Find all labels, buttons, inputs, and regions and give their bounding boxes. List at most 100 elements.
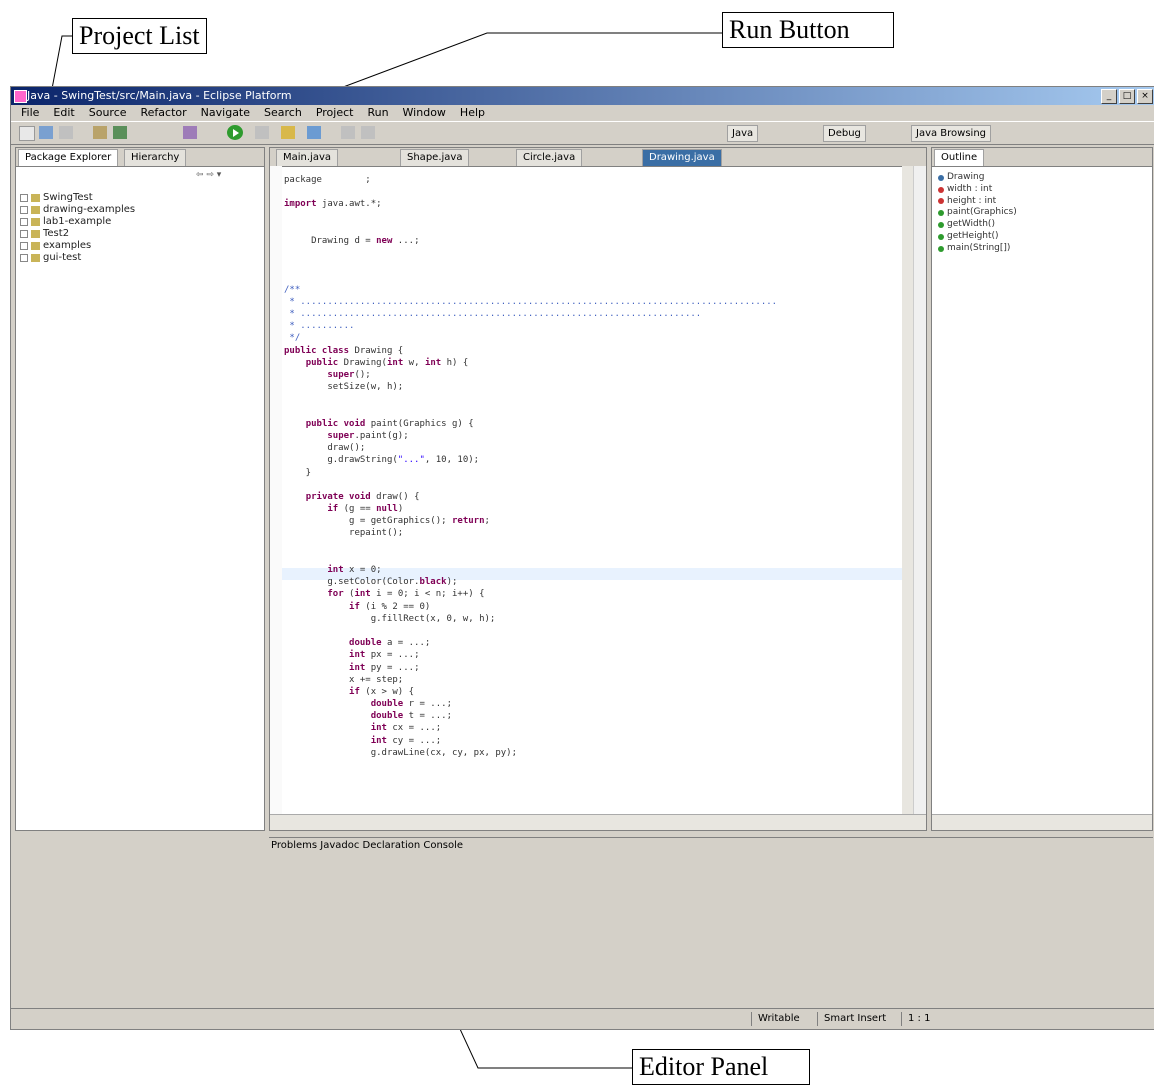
menu-search[interactable]: Search bbox=[264, 105, 302, 121]
project-list: SwingTest drawing-examples lab1-example … bbox=[20, 192, 260, 264]
editor-tab[interactable]: Circle.java bbox=[516, 149, 583, 166]
project-name: Test2 bbox=[43, 228, 70, 239]
menu-window[interactable]: Window bbox=[403, 105, 446, 121]
view-toolbar-icons[interactable]: ⇦ ⇨ ▾ bbox=[196, 170, 221, 180]
editor-panel-callout: Editor Panel bbox=[632, 1049, 810, 1085]
status-bar: Writable Smart Insert 1 : 1 bbox=[11, 1008, 1154, 1029]
tab-hierarchy[interactable]: Hierarchy bbox=[124, 149, 187, 166]
outline-item-label: getWidth() bbox=[947, 219, 995, 230]
project-item[interactable]: Test2 bbox=[20, 228, 260, 240]
outline-tabs: Outline bbox=[932, 148, 1152, 167]
menu-refactor[interactable]: Refactor bbox=[141, 105, 187, 121]
status-writable: Writable bbox=[751, 1012, 806, 1026]
field-icon bbox=[938, 186, 944, 193]
editor-horizontal-scrollbar[interactable] bbox=[270, 814, 926, 830]
close-button[interactable]: × bbox=[1137, 89, 1153, 104]
expand-icon[interactable] bbox=[20, 254, 28, 262]
class-icon bbox=[938, 174, 944, 181]
outline-item[interactable]: Drawing bbox=[938, 172, 1148, 184]
tab-outline[interactable]: Outline bbox=[934, 149, 985, 166]
editor-tab-active[interactable]: Drawing.java bbox=[642, 149, 722, 166]
menu-project[interactable]: Project bbox=[316, 105, 354, 121]
menu-source[interactable]: Source bbox=[89, 105, 127, 121]
app-icon bbox=[14, 90, 27, 103]
editor-tab[interactable]: Main.java bbox=[276, 149, 339, 166]
console-view: Problems Javadoc Declaration Console bbox=[269, 837, 1153, 1008]
overview-ruler bbox=[913, 166, 926, 814]
expand-icon[interactable] bbox=[20, 230, 28, 238]
perspective-java-browsing[interactable]: Java Browsing bbox=[911, 125, 992, 142]
project-name: gui-test bbox=[43, 252, 82, 263]
menu-edit[interactable]: Edit bbox=[53, 105, 74, 121]
project-folder-icon bbox=[31, 242, 40, 250]
ide-window: Java - SwingTest/src/Main.java - Eclipse… bbox=[10, 86, 1154, 1030]
menu-navigate[interactable]: Navigate bbox=[201, 105, 250, 121]
project-list-callout: Project List bbox=[72, 18, 207, 54]
outline-item[interactable]: height : int bbox=[938, 196, 1148, 208]
console-tabs[interactable]: Problems Javadoc Declaration Console bbox=[271, 840, 463, 851]
expand-icon[interactable] bbox=[20, 242, 28, 250]
package-explorer: Package Explorer Hierarchy ⇦ ⇨ ▾ SwingTe… bbox=[15, 147, 265, 831]
expand-icon[interactable] bbox=[20, 218, 28, 226]
perspective-debug[interactable]: Debug bbox=[823, 125, 866, 142]
project-folder-icon bbox=[31, 194, 40, 202]
outline-item-label: paint(Graphics) bbox=[947, 207, 1017, 218]
status-cursor-position: 1 : 1 bbox=[901, 1012, 936, 1026]
editor-gutter bbox=[270, 166, 282, 814]
field-icon bbox=[938, 198, 944, 205]
run-button-callout: Run Button bbox=[722, 12, 894, 48]
expand-icon[interactable] bbox=[20, 194, 28, 202]
project-item[interactable]: gui-test bbox=[20, 252, 260, 264]
back-icon[interactable] bbox=[341, 126, 355, 139]
debug-icon[interactable] bbox=[183, 126, 197, 139]
method-icon bbox=[938, 222, 944, 229]
tab-package-explorer[interactable]: Package Explorer bbox=[18, 149, 119, 166]
menu-help[interactable]: Help bbox=[460, 105, 485, 121]
menu-file[interactable]: File bbox=[21, 105, 39, 121]
minimize-button[interactable]: _ bbox=[1101, 89, 1117, 104]
outline-item[interactable]: paint(Graphics) bbox=[938, 207, 1148, 219]
perspective-java[interactable]: Java bbox=[727, 125, 759, 142]
project-name: drawing-examples bbox=[43, 204, 136, 215]
save-icon[interactable] bbox=[39, 126, 53, 139]
print-icon[interactable] bbox=[59, 126, 73, 139]
outline-item-label: getHeight() bbox=[947, 230, 999, 241]
project-item[interactable]: drawing-examples bbox=[20, 204, 260, 216]
forward-icon[interactable] bbox=[361, 126, 375, 139]
project-name: lab1-example bbox=[43, 216, 112, 227]
status-insert-mode: Smart Insert bbox=[817, 1012, 892, 1026]
new-icon[interactable] bbox=[19, 126, 35, 141]
project-item[interactable]: SwingTest bbox=[20, 192, 260, 204]
outline-horizontal-scrollbar[interactable] bbox=[932, 814, 1152, 830]
outline-item[interactable]: main(String[]) bbox=[938, 243, 1148, 255]
search-icon[interactable] bbox=[307, 126, 321, 139]
menu-run[interactable]: Run bbox=[367, 105, 388, 121]
outline-item[interactable]: width : int bbox=[938, 184, 1148, 196]
window-controls: _ □ × bbox=[1101, 89, 1153, 104]
new-class-icon[interactable] bbox=[113, 126, 127, 139]
code-area[interactable]: package ; import java.awt.*; Drawing d =… bbox=[284, 174, 900, 759]
project-folder-icon bbox=[31, 206, 40, 214]
outline-view: Outline Drawing width : int height : int… bbox=[931, 147, 1153, 831]
outline-item[interactable]: getWidth() bbox=[938, 219, 1148, 231]
outline-item[interactable]: getHeight() bbox=[938, 231, 1148, 243]
method-icon bbox=[938, 233, 944, 240]
package-explorer-tabs: Package Explorer Hierarchy bbox=[16, 148, 264, 167]
open-type-icon[interactable] bbox=[281, 126, 295, 139]
editor-tabs: Main.java Shape.java Circle.java Drawing… bbox=[270, 148, 926, 167]
outline-item-label: main(String[]) bbox=[947, 242, 1011, 253]
project-name: SwingTest bbox=[43, 192, 93, 203]
window-title: Java - SwingTest/src/Main.java - Eclipse… bbox=[27, 89, 292, 102]
project-folder-icon bbox=[31, 254, 40, 262]
toolbar: Java Debug Java Browsing bbox=[11, 121, 1154, 145]
maximize-button[interactable]: □ bbox=[1119, 89, 1135, 104]
method-icon bbox=[938, 245, 944, 252]
project-item[interactable]: examples bbox=[20, 240, 260, 252]
run-button[interactable] bbox=[227, 125, 243, 140]
project-item[interactable]: lab1-example bbox=[20, 216, 260, 228]
run-dropdown-icon[interactable] bbox=[255, 126, 269, 139]
editor-tab[interactable]: Shape.java bbox=[400, 149, 470, 166]
project-folder-icon bbox=[31, 218, 40, 226]
new-package-icon[interactable] bbox=[93, 126, 107, 139]
expand-icon[interactable] bbox=[20, 206, 28, 214]
